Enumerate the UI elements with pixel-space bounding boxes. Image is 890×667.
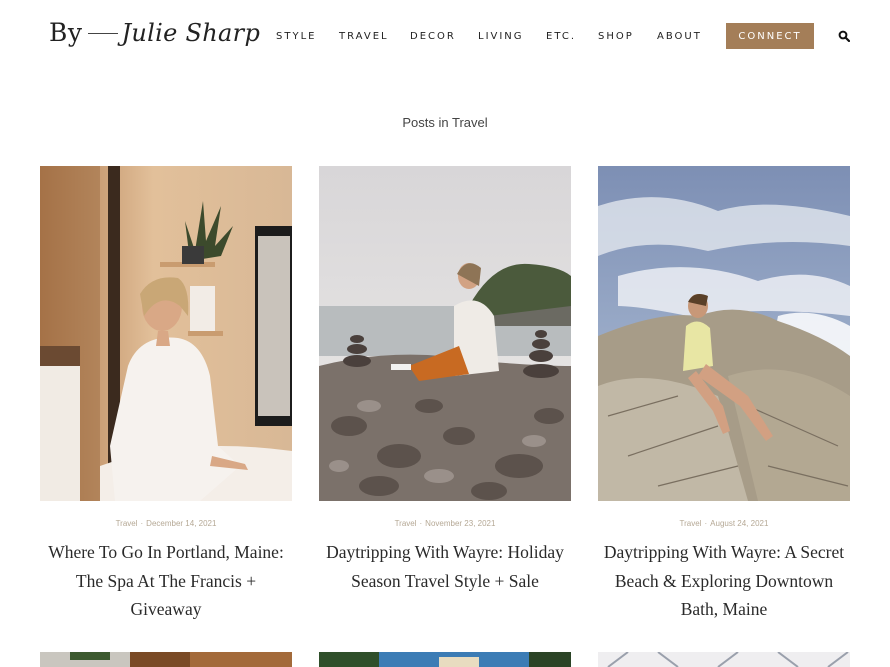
post-image-next-1[interactable] xyxy=(40,652,292,667)
post-category[interactable]: Travel xyxy=(395,519,417,528)
post-image-spa[interactable] xyxy=(40,166,292,501)
post-image-beach-stones[interactable] xyxy=(319,166,571,501)
post-meta: Travel · August 24, 2021 xyxy=(679,519,769,528)
nav-item-living[interactable]: LIVING xyxy=(478,31,524,42)
nav-item-shop[interactable]: SHOP xyxy=(598,31,634,42)
post-title[interactable]: Daytripping With Wayre: A Secret Beach &… xyxy=(598,538,850,624)
post-title[interactable]: Where To Go In Portland, Maine: The Spa … xyxy=(40,538,292,624)
post-date: December 14, 2021 xyxy=(146,519,217,528)
post-category[interactable]: Travel xyxy=(116,519,138,528)
post-image-next-2[interactable] xyxy=(319,652,571,667)
nav-item-travel[interactable]: TRAVEL xyxy=(339,31,389,42)
nav-item-decor[interactable]: DECOR xyxy=(410,31,456,42)
post-card: Travel · November 23, 2021 Daytripping Wit… xyxy=(319,166,571,595)
post-meta: Travel · November 23, 2021 xyxy=(394,519,496,528)
post-title[interactable]: Daytripping With Wayre: Holiday Season T… xyxy=(319,538,571,595)
post-image-rocks-sky[interactable] xyxy=(598,166,850,501)
page-title: Posts in Travel xyxy=(402,115,488,130)
post-image-next-3[interactable] xyxy=(598,652,850,667)
nav-item-about[interactable]: ABOUT xyxy=(657,31,702,42)
post-date: November 23, 2021 xyxy=(425,519,496,528)
post-card: Travel · December 14, 2021 Where To Go In … xyxy=(40,166,292,624)
site-header: By Julie Sharp STYLE TRAVEL DECOR LIVING… xyxy=(0,0,890,72)
connect-button[interactable]: CONNECT xyxy=(726,23,814,49)
post-category[interactable]: Travel xyxy=(680,519,702,528)
nav-item-style[interactable]: STYLE xyxy=(276,31,316,42)
post-meta: Travel · December 14, 2021 xyxy=(115,519,217,528)
post-date: August 24, 2021 xyxy=(710,519,769,528)
search-icon[interactable] xyxy=(838,30,850,42)
nav-item-etc[interactable]: ETC. xyxy=(546,31,576,42)
post-card: Travel · August 24, 2021 Daytripping With … xyxy=(598,166,850,624)
